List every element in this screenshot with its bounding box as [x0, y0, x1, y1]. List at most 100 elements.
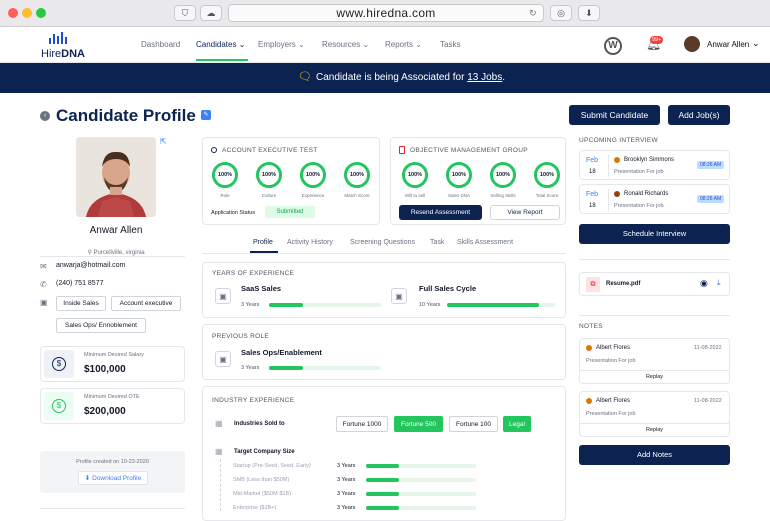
add-jobs-button[interactable]: Add Job(s) [668, 105, 730, 125]
phone-text[interactable]: (240) 751 8577 [56, 280, 103, 287]
privacy-icon[interactable]: ⛉ [174, 5, 196, 21]
interviews-title: UPCOMING INTERVIEW [579, 137, 658, 144]
cloud-icon[interactable]: ☁ [200, 5, 222, 21]
dollar-icon: $ [52, 399, 66, 413]
avatar [614, 157, 620, 163]
reply-button[interactable]: Replay [580, 374, 729, 380]
extension-icon[interactable]: ◎ [550, 5, 572, 21]
submit-candidate-button[interactable]: Submit Candidate [569, 105, 660, 125]
download-icon[interactable]: ⤓ [717, 278, 721, 288]
interview-sub: Presentation For job [614, 169, 664, 175]
company-size-label: Startup (Pre-Seed, Seed, Early) [233, 463, 311, 469]
schedule-interview-button[interactable]: Schedule Interview [579, 224, 730, 244]
resend-assessment-button[interactable]: Resend Assessment [399, 205, 482, 220]
add-notes-button[interactable]: Add Notes [579, 445, 730, 465]
logo-mark-icon [49, 32, 67, 44]
note-item: Albert Flores 11-08-2022 Presentation Fo… [579, 338, 730, 384]
score-label: Match Score [344, 193, 370, 198]
salary-value: $100,000 [84, 364, 126, 375]
chip-fortune-1000[interactable]: Fortune 1000 [336, 416, 388, 432]
score-ring: 100% [534, 162, 560, 188]
nav-tasks[interactable]: Tasks [440, 40, 460, 49]
minimize-window-button[interactable] [22, 8, 32, 18]
email-text[interactable]: anwarja@hotmail.com [56, 262, 125, 269]
previous-role-title: PREVIOUS ROLE [212, 333, 269, 340]
chevron-down-icon: ⌄ [238, 40, 246, 49]
eye-icon[interactable]: ◉ [700, 278, 708, 289]
building-icon: ▦ [215, 419, 223, 428]
score-label: Selling Skills [490, 193, 516, 198]
company-size-bar-fill [366, 478, 399, 482]
resume-file[interactable]: ⧉ Resume.pdf ◉ ⤓ [579, 272, 730, 296]
nav-candidates[interactable]: Candidates ⌄ [196, 40, 245, 49]
chip-legal[interactable]: Legal [503, 416, 531, 432]
interview-item[interactable]: Feb 18 Ronald Richards Presentation For … [579, 184, 730, 214]
nav-resources-label: Resources [322, 40, 361, 49]
close-window-button[interactable] [8, 8, 18, 18]
ote-card: $ Minimum Desired OTE $200,000 [40, 388, 185, 424]
company-size-label: Enterprise ($1B+) [233, 505, 277, 511]
user-avatar[interactable] [684, 36, 700, 52]
experience-bar [447, 303, 555, 307]
chevron-down-icon[interactable]: ⌄ [752, 38, 760, 49]
score-ring: 100% [402, 162, 428, 188]
tab-profile[interactable]: Profile [253, 239, 273, 246]
tab-screening-questions[interactable]: Screening Questions [350, 239, 415, 246]
note-text: Presentation For job [586, 358, 636, 364]
company-size-label: Mid-Market ($50M-$1B) [233, 491, 292, 497]
download-profile-button[interactable]: ⬇ Download Profile [78, 471, 148, 485]
experience-bar-fill [269, 303, 303, 307]
edit-icon[interactable]: ✎ [201, 110, 211, 120]
external-link-icon[interactable]: ⇱ [160, 137, 167, 146]
chip-fortune-100[interactable]: Fortune 100 [449, 416, 498, 432]
industry-card: INDUSTRY EXPERIENCE ▦ Industries Sold to… [202, 386, 566, 521]
experience-title: YEARS OF EXPERIENCE [212, 270, 295, 277]
nav-reports[interactable]: Reports ⌄ [385, 40, 422, 49]
experience-years: 3 Years [241, 302, 260, 308]
maximize-window-button[interactable] [36, 8, 46, 18]
tab-skills-assessment[interactable]: Skills Assessment [457, 239, 513, 246]
download-profile-label: Download Profile [92, 475, 142, 482]
tab-activity-history[interactable]: Activity History [287, 239, 333, 246]
note-text: Presentation For job [586, 411, 636, 417]
tab-task[interactable]: Task [430, 239, 444, 246]
briefcase-icon: ▣ [40, 298, 48, 307]
logo-text-dna: DNA [61, 48, 86, 60]
test-title: ACCOUNT EXECUTIVE TEST [222, 147, 318, 154]
interview-item[interactable]: Feb 18 Brooklyn Simmons Presentation For… [579, 150, 730, 180]
address-bar[interactable]: www.hiredna.com ↻ [228, 4, 544, 22]
view-report-button[interactable]: View Report [490, 205, 560, 220]
association-banner: 🗨︎ Candidate is being Associated for 13 … [0, 63, 770, 93]
previous-role-card: PREVIOUS ROLE ▣ Sales Ops/Enablement 3 Y… [202, 324, 566, 380]
user-name[interactable]: Anwar Allen [707, 40, 749, 49]
wordpress-icon[interactable]: W [604, 37, 622, 55]
interview-time-badge: 08:26 AM [697, 161, 725, 169]
reply-button[interactable]: Replay [580, 427, 729, 433]
score-label: Role [220, 193, 230, 198]
back-icon[interactable]: ‹ [40, 111, 50, 121]
company-size-years: 3 Years [337, 477, 356, 483]
message-icon: 🗨︎ [298, 71, 312, 83]
candidate-name: Anwar Allen [89, 225, 143, 236]
avatar [586, 398, 592, 404]
ote-label: Minimum Desired OTE [84, 394, 140, 400]
reload-icon[interactable]: ↻ [529, 5, 537, 22]
nav-employers[interactable]: Employers ⌄ [258, 40, 305, 49]
logo[interactable]: HireDNA [41, 31, 85, 60]
divider [579, 315, 730, 316]
briefcase-icon: ▣ [215, 351, 231, 367]
nav-employers-label: Employers [258, 40, 296, 49]
banner-jobs-link[interactable]: 13 Jobs [467, 72, 502, 83]
nav-dashboard[interactable]: Dashboard [141, 40, 180, 49]
mail-icon: ✉ [40, 262, 47, 271]
banner-suffix: . [502, 72, 506, 83]
profile-created-box: Profile created on 10-23-2020 ⬇ Download… [40, 451, 185, 493]
nav-reports-label: Reports [385, 40, 414, 49]
chip-fortune-500[interactable]: Fortune 500 [394, 416, 443, 432]
nav-resources[interactable]: Resources ⌄ [322, 40, 369, 49]
download-icon[interactable]: ⬇ [578, 5, 600, 21]
experience-bar-fill [447, 303, 539, 307]
score-ring: 100% [446, 162, 472, 188]
logo-text-hire: Hire [41, 48, 62, 60]
interview-month: Feb [586, 157, 599, 164]
